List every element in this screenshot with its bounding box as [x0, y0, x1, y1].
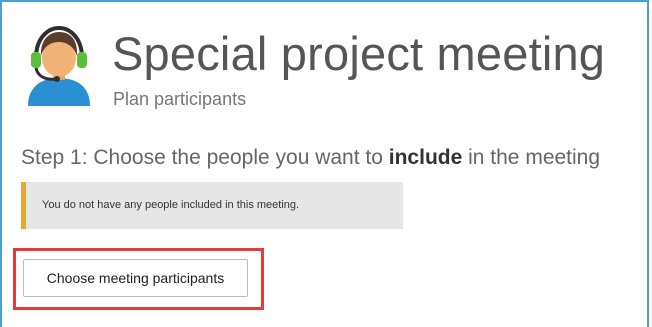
step-instruction: Step 1: Choose the people you want to in… [21, 144, 600, 172]
notice-text: You do not have any people included in t… [42, 199, 300, 211]
panel-frame: Special project meeting Plan participant… [0, 0, 649, 327]
highlight-box: Choose meeting participants [13, 248, 264, 310]
choose-participants-button[interactable]: Choose meeting participants [23, 259, 248, 297]
empty-participants-notice: You do not have any people included in t… [21, 182, 403, 229]
support-agent-headset-icon [20, 25, 98, 106]
step-instruction-suffix: in the meeting [462, 146, 601, 169]
page-subtitle: Plan participants [113, 89, 247, 109]
step-instruction-emphasis: include [388, 146, 463, 169]
page-title: Special project meeting [112, 27, 606, 80]
step-instruction-prefix: Step 1: Choose the people you want to [21, 146, 389, 169]
page-header: Special project meeting Plan participant… [20, 24, 640, 124]
